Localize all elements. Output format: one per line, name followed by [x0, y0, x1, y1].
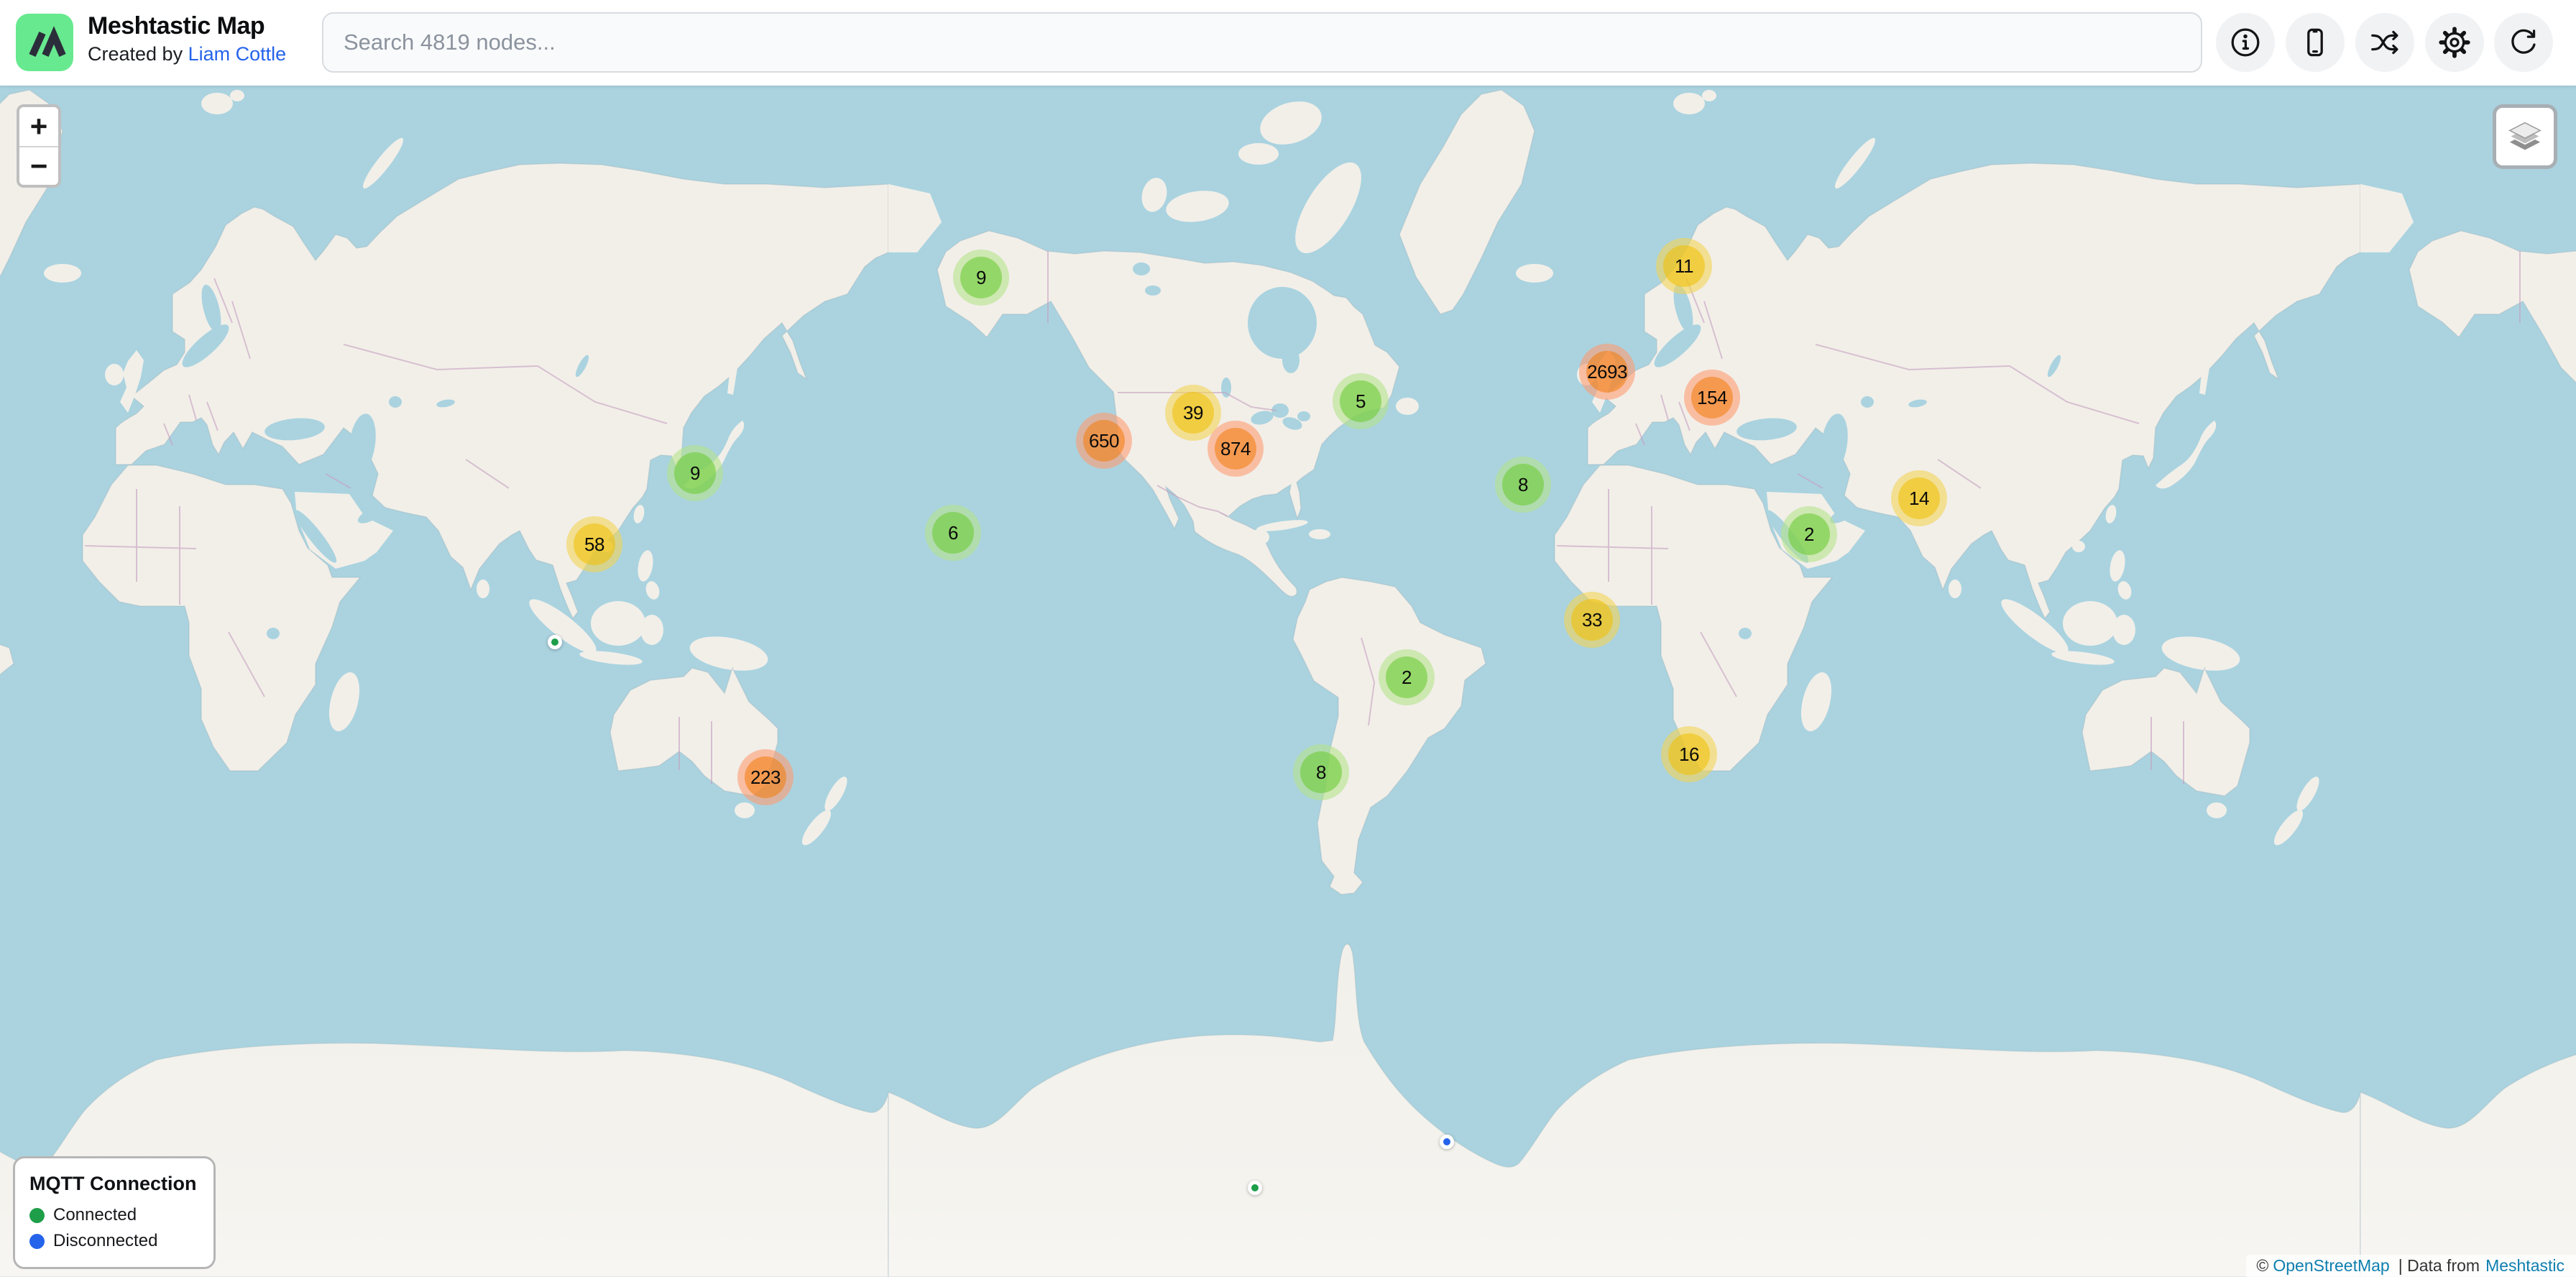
info-icon [2229, 26, 2262, 59]
map-attribution: © OpenStreetMap | Data from Meshtastic [2246, 1255, 2576, 1277]
page-title: Meshtastic Map [88, 10, 286, 42]
legend-label: Connected [53, 1205, 137, 1225]
cluster-marker[interactable]: 650 [1076, 413, 1132, 469]
cluster-marker[interactable]: 16 [1661, 726, 1717, 782]
search-input[interactable] [322, 12, 2202, 73]
meshtastic-logo [16, 14, 73, 71]
node-marker-connected[interactable] [548, 635, 562, 649]
refresh-button[interactable] [2494, 13, 2553, 72]
cluster-marker[interactable]: 14 [1891, 470, 1947, 526]
zoom-control: + − [17, 104, 61, 188]
refresh-icon [2507, 26, 2540, 59]
random-node-button[interactable] [2355, 13, 2414, 72]
byline: Created by Liam Cottle [88, 43, 286, 65]
cluster-marker[interactable]: 5 [1333, 373, 1389, 429]
author-link[interactable]: Liam Cottle [188, 43, 287, 65]
cluster-marker[interactable]: 2 [1781, 506, 1837, 562]
cluster-marker[interactable]: 874 [1208, 421, 1264, 477]
shuffle-icon [2368, 26, 2401, 59]
node-marker-connected[interactable] [1248, 1181, 1262, 1195]
layers-control[interactable] [2493, 104, 2557, 169]
legend-title: MQTT Connection [29, 1173, 196, 1195]
connected-dot [29, 1208, 45, 1223]
zoom-in-button[interactable]: + [19, 107, 58, 146]
byline-prefix: Created by [88, 43, 183, 65]
mobile-app-button[interactable] [2286, 13, 2345, 72]
cluster-marker[interactable]: 2 [1379, 649, 1435, 705]
info-button[interactable] [2216, 13, 2275, 72]
legend-item-disconnected: Disconnected [29, 1231, 196, 1251]
cluster-marker[interactable]: 58 [566, 516, 622, 572]
settings-button[interactable] [2425, 13, 2484, 72]
cluster-marker[interactable]: 33 [1564, 592, 1620, 648]
cluster-marker[interactable]: 9 [953, 250, 1009, 306]
cluster-marker[interactable]: 11 [1656, 238, 1712, 294]
layers-icon [2506, 117, 2544, 156]
cluster-marker[interactable]: 8 [1495, 457, 1551, 513]
attribution-text: | Data from [2398, 1256, 2480, 1276]
cluster-marker[interactable]: 154 [1684, 370, 1740, 426]
meshtastic-logo-icon [16, 14, 73, 71]
gear-icon [2438, 26, 2471, 59]
cluster-marker[interactable]: 223 [737, 749, 794, 805]
legend-label: Disconnected [53, 1231, 157, 1251]
meshtastic-map-app: Meshtastic Map Created by Liam Cottle [0, 0, 2576, 1277]
header: Meshtastic Map Created by Liam Cottle [0, 0, 2576, 86]
legend-item-connected: Connected [29, 1205, 196, 1225]
cluster-marker[interactable]: 6 [925, 505, 981, 561]
disconnected-dot [29, 1234, 45, 1249]
title-block: Meshtastic Map Created by Liam Cottle [88, 10, 286, 65]
cluster-marker[interactable]: 2693 [1579, 344, 1635, 400]
openstreetmap-link[interactable]: OpenStreetMap [2273, 1256, 2389, 1276]
meshtastic-link[interactable]: Meshtastic [2485, 1256, 2564, 1276]
cluster-marker[interactable]: 8 [1293, 744, 1349, 800]
map-canvas[interactable]: 911269315439565087481492586332816223 + −… [0, 86, 2576, 1277]
zoom-out-button[interactable]: − [19, 146, 58, 185]
mqtt-legend: MQTT Connection Connected Disconnected [13, 1156, 216, 1269]
copyright-symbol: © [2256, 1256, 2268, 1276]
marker-layer: 911269315439565087481492586332816223 [0, 86, 2576, 1277]
node-marker-disconnected[interactable] [1440, 1135, 1454, 1149]
phone-icon [2299, 26, 2332, 59]
cluster-marker[interactable]: 9 [667, 445, 723, 501]
